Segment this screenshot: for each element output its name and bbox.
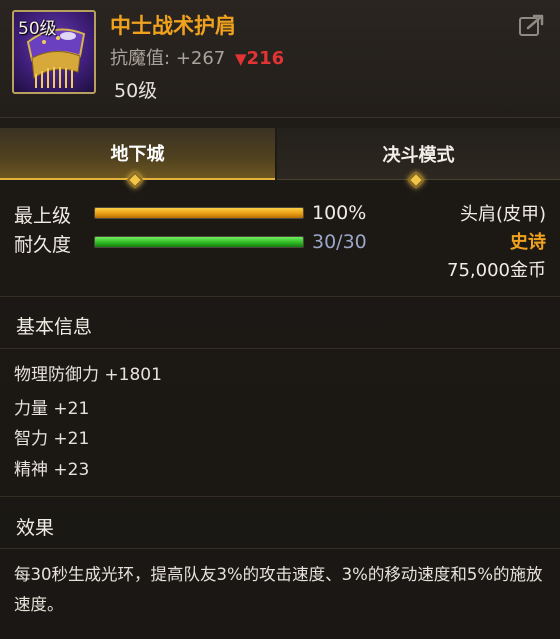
icon-level-badge: 50级	[18, 19, 57, 39]
tab-dungeon-label: 地下城	[110, 144, 165, 165]
max-level-bar	[94, 207, 304, 219]
down-triangle-icon: ▼	[235, 50, 247, 68]
divider	[0, 548, 560, 549]
basic-info-title: 基本信息	[16, 316, 93, 338]
item-header: 50级 中士战术护肩 抗魔值: +267 ▼216 50级	[0, 0, 560, 118]
tab-dungeon[interactable]: 地下城	[0, 128, 275, 180]
share-button[interactable]	[518, 12, 546, 38]
max-level-value: 100%	[312, 202, 367, 224]
slot-type: 头肩(皮甲)	[459, 204, 546, 225]
divider	[0, 348, 560, 349]
required-level: 50级	[114, 80, 158, 102]
attribute-intelligence: 智力 +21	[14, 429, 90, 449]
item-tooltip-panel: 50级 中士战术护肩 抗魔值: +267 ▼216 50级 地下城 决斗模式 最…	[0, 0, 560, 639]
rarity-badge: 史诗	[510, 232, 546, 253]
share-icon	[519, 14, 544, 36]
durability-bar	[94, 236, 304, 248]
effect-text: 每30秒生成光环，提高队友3%的攻击速度、3%的移动速度和5%的施放速度。	[14, 565, 543, 614]
tab-pvp-label: 决斗模式	[382, 144, 455, 166]
item-price: 75,000金币	[447, 260, 546, 281]
tab-pvp[interactable]: 决斗模式	[277, 128, 560, 180]
resist-delta: ▼216	[235, 48, 284, 69]
resist-label: 抗魔值:	[110, 48, 171, 69]
attribute-strength: 力量 +21	[14, 399, 90, 419]
mode-tabs: 地下城 决斗模式	[0, 128, 560, 180]
max-level-bar-fill	[95, 208, 303, 218]
attribute-spirit: 精神 +23	[14, 460, 90, 480]
effect-title: 效果	[16, 517, 55, 539]
item-title: 中士战术护肩	[110, 14, 236, 38]
durability-value: 30/30	[312, 231, 367, 253]
durability-bar-fill	[95, 237, 303, 247]
divider	[0, 496, 560, 497]
resist-delta-value: 216	[246, 48, 285, 69]
resist-value: +267	[175, 48, 226, 69]
shoulder-armor-icon: 50级	[12, 10, 96, 94]
resist-row: 抗魔值: +267 ▼216	[110, 44, 284, 70]
attribute-physical-defense: 物理防御力 +1801	[14, 365, 162, 385]
durability-label: 耐久度	[14, 234, 72, 256]
max-level-label: 最上级	[14, 205, 72, 227]
divider	[0, 296, 560, 297]
